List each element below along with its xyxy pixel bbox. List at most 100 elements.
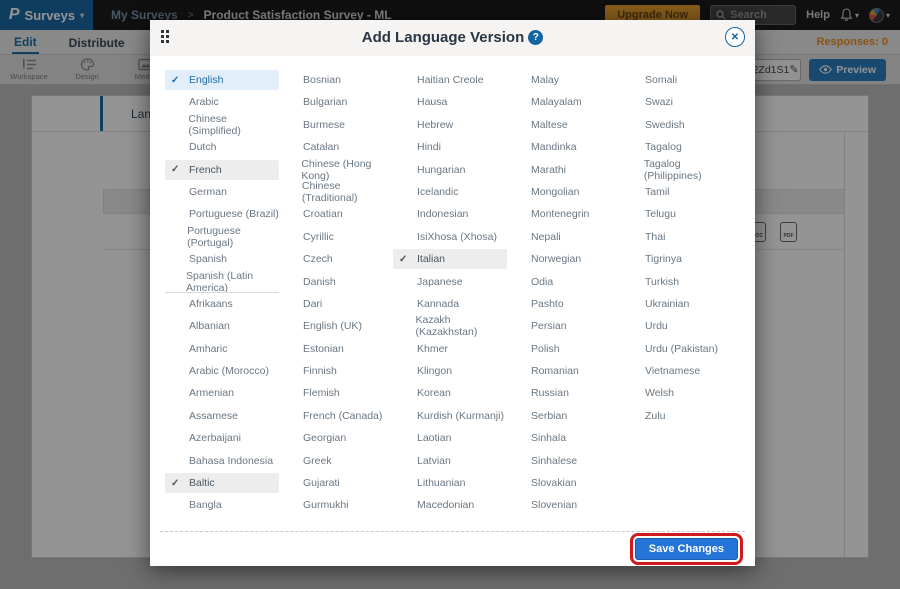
language-option-kurdish-kurmanji[interactable]: Kurdish (Kurmanji) xyxy=(393,406,507,426)
language-option-latvian[interactable]: Latvian xyxy=(393,451,507,471)
language-option-czech[interactable]: Czech xyxy=(279,249,393,269)
language-option-kannada[interactable]: Kannada xyxy=(393,294,507,314)
language-option-marathi[interactable]: Marathi xyxy=(507,160,621,180)
language-option-pashto[interactable]: Pashto xyxy=(507,294,621,314)
language-option-armenian[interactable]: Armenian xyxy=(165,383,279,403)
language-option-vietnamese[interactable]: Vietnamese xyxy=(621,361,735,381)
save-changes-button[interactable]: Save Changes xyxy=(635,538,738,560)
language-option-greek[interactable]: Greek xyxy=(279,451,393,471)
language-option-portuguese-brazil[interactable]: Portuguese (Brazil) xyxy=(165,204,279,224)
language-option-maltese[interactable]: Maltese xyxy=(507,115,621,135)
language-option-somali[interactable]: Somali xyxy=(621,70,735,90)
language-option-russian[interactable]: Russian xyxy=(507,383,621,403)
language-option-tamil[interactable]: Tamil xyxy=(621,182,735,202)
language-option-kazakh-kazakhstan[interactable]: Kazakh (Kazakhstan) xyxy=(393,316,507,336)
language-option-gurmukhi[interactable]: Gurmukhi xyxy=(279,495,393,515)
language-option-portuguese-portugal[interactable]: Portuguese (Portugal) xyxy=(165,227,279,247)
language-option-chinese-simplified[interactable]: Chinese (Simplified) xyxy=(165,115,279,135)
language-option-tagalog-philippines[interactable]: Tagalog (Philippines) xyxy=(621,160,735,180)
language-option-bulgarian[interactable]: Bulgarian xyxy=(279,92,393,112)
language-option-mandinka[interactable]: Mandinka xyxy=(507,137,621,157)
language-option-azerbaijani[interactable]: Azerbaijani xyxy=(165,428,279,448)
language-option-sinhala[interactable]: Sinhala xyxy=(507,428,621,448)
language-option-italian[interactable]: ✓Italian xyxy=(393,249,507,269)
language-option-hausa[interactable]: Hausa xyxy=(393,92,507,112)
language-option-hindi[interactable]: Hindi xyxy=(393,137,507,157)
help-circle-icon[interactable]: ? xyxy=(528,30,543,45)
language-option-laotian[interactable]: Laotian xyxy=(393,428,507,448)
language-option-urdu-pakistan[interactable]: Urdu (Pakistan) xyxy=(621,339,735,359)
language-option-norwegian[interactable]: Norwegian xyxy=(507,249,621,269)
language-option-flemish[interactable]: Flemish xyxy=(279,383,393,403)
language-option-gujarati[interactable]: Gujarati xyxy=(279,473,393,493)
language-option-telugu[interactable]: Telugu xyxy=(621,204,735,224)
language-option-haitian-creole[interactable]: Haitian Creole xyxy=(393,70,507,90)
language-option-ukrainian[interactable]: Ukrainian xyxy=(621,294,735,314)
language-option-dari[interactable]: Dari xyxy=(279,294,393,314)
language-option-indonesian[interactable]: Indonesian xyxy=(393,204,507,224)
language-option-slovenian[interactable]: Slovenian xyxy=(507,495,621,515)
language-option-hebrew[interactable]: Hebrew xyxy=(393,115,507,135)
language-option-german[interactable]: German xyxy=(165,182,279,202)
language-option-arabic-morocco[interactable]: Arabic (Morocco) xyxy=(165,361,279,381)
language-option-welsh[interactable]: Welsh xyxy=(621,383,735,403)
language-option-nepali[interactable]: Nepali xyxy=(507,227,621,247)
language-option-georgian[interactable]: Georgian xyxy=(279,428,393,448)
language-option-icelandic[interactable]: Icelandic xyxy=(393,182,507,202)
close-icon[interactable]: ✕ xyxy=(725,27,745,47)
language-option-estonian[interactable]: Estonian xyxy=(279,339,393,359)
language-option-romanian[interactable]: Romanian xyxy=(507,361,621,381)
language-option-malayalam[interactable]: Malayalam xyxy=(507,92,621,112)
language-label: Burmese xyxy=(303,119,345,131)
language-option-macedonian[interactable]: Macedonian xyxy=(393,495,507,515)
language-option-bahasa-indonesia[interactable]: Bahasa Indonesia xyxy=(165,451,279,471)
language-option-persian[interactable]: Persian xyxy=(507,316,621,336)
language-option-malay[interactable]: Malay xyxy=(507,70,621,90)
language-option-english[interactable]: ✓English xyxy=(165,70,279,90)
language-option-bangla[interactable]: Bangla xyxy=(165,495,279,515)
language-option-mongolian[interactable]: Mongolian xyxy=(507,182,621,202)
language-option-polish[interactable]: Polish xyxy=(507,339,621,359)
language-option-thai[interactable]: Thai xyxy=(621,227,735,247)
language-option-croatian[interactable]: Croatian xyxy=(279,204,393,224)
language-option-english-uk[interactable]: English (UK) xyxy=(279,316,393,336)
language-option-urdu[interactable]: Urdu xyxy=(621,316,735,336)
language-option-swazi[interactable]: Swazi xyxy=(621,92,735,112)
language-option-klingon[interactable]: Klingon xyxy=(393,361,507,381)
language-option-french[interactable]: ✓French xyxy=(165,160,279,180)
language-option-catalan[interactable]: Catalan xyxy=(279,137,393,157)
language-option-assamese[interactable]: Assamese xyxy=(165,406,279,426)
language-option-zulu[interactable]: Zulu xyxy=(621,406,735,426)
language-option-french-canada[interactable]: French (Canada) xyxy=(279,406,393,426)
language-option-serbian[interactable]: Serbian xyxy=(507,406,621,426)
language-option-hungarian[interactable]: Hungarian xyxy=(393,160,507,180)
language-option-cyrillic[interactable]: Cyrillic xyxy=(279,227,393,247)
language-option-amharic[interactable]: Amharic xyxy=(165,339,279,359)
language-option-swedish[interactable]: Swedish xyxy=(621,115,735,135)
language-option-arabic[interactable]: Arabic xyxy=(165,92,279,112)
language-option-afrikaans[interactable]: Afrikaans xyxy=(165,294,279,314)
language-option-spanish-latin-america[interactable]: Spanish (Latin America) xyxy=(165,272,279,292)
language-option-tigrinya[interactable]: Tigrinya xyxy=(621,249,735,269)
language-option-tagalog[interactable]: Tagalog xyxy=(621,137,735,157)
language-option-lithuanian[interactable]: Lithuanian xyxy=(393,473,507,493)
language-option-baltic[interactable]: ✓Baltic xyxy=(165,473,279,493)
language-option-finnish[interactable]: Finnish xyxy=(279,361,393,381)
language-option-dutch[interactable]: Dutch xyxy=(165,137,279,157)
language-option-chinese-traditional[interactable]: Chinese (Traditional) xyxy=(279,182,393,202)
language-option-albanian[interactable]: Albanian xyxy=(165,316,279,336)
language-option-korean[interactable]: Korean xyxy=(393,383,507,403)
language-option-montenegrin[interactable]: Montenegrin xyxy=(507,204,621,224)
language-option-japanese[interactable]: Japanese xyxy=(393,272,507,292)
language-option-chinese-hong-kong[interactable]: Chinese (Hong Kong) xyxy=(279,160,393,180)
language-option-spanish[interactable]: Spanish xyxy=(165,249,279,269)
language-option-turkish[interactable]: Turkish xyxy=(621,272,735,292)
language-option-khmer[interactable]: Khmer xyxy=(393,339,507,359)
language-option-isixhosa-xhosa[interactable]: IsiXhosa (Xhosa) xyxy=(393,227,507,247)
language-option-danish[interactable]: Danish xyxy=(279,272,393,292)
language-option-sinhalese[interactable]: Sinhalese xyxy=(507,451,621,471)
language-option-burmese[interactable]: Burmese xyxy=(279,115,393,135)
language-option-slovakian[interactable]: Slovakian xyxy=(507,473,621,493)
language-option-odia[interactable]: Odia xyxy=(507,272,621,292)
language-option-bosnian[interactable]: Bosnian xyxy=(279,70,393,90)
